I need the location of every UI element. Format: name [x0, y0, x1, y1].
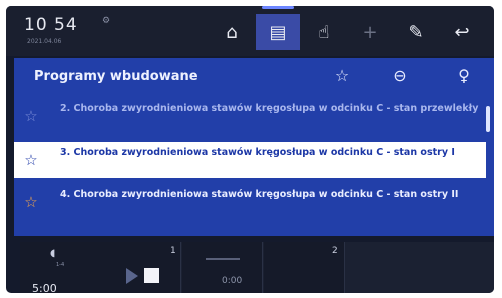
- divider: [206, 258, 240, 260]
- document-icon: ▤: [269, 21, 287, 43]
- plus-icon: +: [362, 21, 378, 43]
- list-item-label: 4. Choroba zwyrodnieniowa stawów kręgosł…: [60, 189, 459, 200]
- stop-button[interactable]: [144, 268, 159, 283]
- list-item-label: 3. Choroba zwyrodnieniowa stawów kręgosł…: [60, 147, 455, 158]
- lock-key-icon[interactable]: ⊖: [388, 64, 412, 88]
- channel-cell-1-time[interactable]: 0:00: [182, 242, 263, 293]
- top-bar: 10 54 2021.04.06 ⚙ ⌂ ▤ ☝ + ✎ ↩: [6, 6, 494, 56]
- list-item[interactable]: ☆ 2. Choroba zwyrodnieniowa stawów kręgo…: [14, 98, 486, 134]
- channel-time: 0:00: [222, 276, 243, 286]
- programs-dialog: Programy wbudowane ☆ ⊖ ♀ ☆ 2. Choroba zw…: [14, 58, 494, 236]
- bottom-panel: 1 0:00 2: [20, 242, 494, 293]
- channel-number: 2: [332, 246, 338, 256]
- back-icon: ↩: [454, 21, 470, 43]
- list-item-label: 2. Choroba zwyrodnieniowa stawów kręgosł…: [60, 103, 479, 114]
- list-item-selected[interactable]: ☆ 3. Choroba zwyrodnieniowa stawów kręgo…: [14, 142, 486, 178]
- user-icon[interactable]: ♀: [452, 64, 476, 88]
- back-button[interactable]: ↩: [440, 14, 484, 50]
- hand-icon: ☝: [318, 21, 330, 43]
- hand-button[interactable]: ☝: [302, 14, 346, 50]
- tools-button[interactable]: ✎: [394, 14, 438, 50]
- star-icon[interactable]: ☆: [22, 107, 40, 125]
- timer: 5:00: [32, 282, 57, 293]
- speaker-icon: ◖: [50, 248, 56, 259]
- document-button[interactable]: ▤: [256, 6, 300, 50]
- date: 2021.04.06: [27, 38, 62, 45]
- device-frame: 10 54 2021.04.06 ⚙ ⌂ ▤ ☝ + ✎ ↩ 1 0:00 2 …: [0, 0, 502, 298]
- channel-cell-2[interactable]: 2: [264, 242, 345, 293]
- speaker-label: 1-4: [56, 262, 65, 268]
- program-list: ☆ 2. Choroba zwyrodnieniowa stawów kręgo…: [14, 98, 494, 236]
- play-icon[interactable]: [126, 268, 138, 284]
- clock: 10 54: [24, 15, 78, 35]
- wrench-icon: ✎: [408, 21, 424, 43]
- scrollbar[interactable]: [486, 106, 490, 132]
- home-icon: ⌂: [226, 21, 238, 43]
- channel-number: 1: [170, 246, 176, 256]
- home-button[interactable]: ⌂: [210, 14, 254, 50]
- add-button[interactable]: +: [348, 14, 392, 50]
- list-item[interactable]: ☆ 4. Choroba zwyrodnieniowa stawów kręgo…: [14, 184, 486, 220]
- settings-small-icon: ⚙: [102, 16, 111, 26]
- star-outline-icon[interactable]: ☆: [330, 64, 354, 88]
- star-icon[interactable]: ☆: [22, 151, 40, 169]
- star-favorite-icon[interactable]: ☆: [22, 193, 40, 211]
- dialog-title: Programy wbudowane: [34, 69, 198, 84]
